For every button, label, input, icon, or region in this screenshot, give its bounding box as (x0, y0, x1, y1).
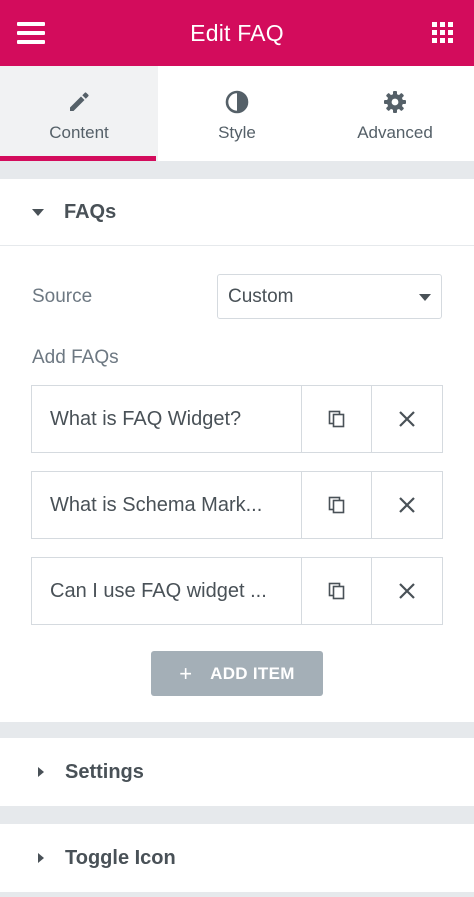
copy-icon (328, 582, 344, 600)
source-select[interactable]: Custom (217, 274, 442, 319)
caret-right-icon (38, 853, 44, 863)
duplicate-button[interactable] (300, 386, 372, 452)
copy-icon (328, 410, 344, 428)
divider (0, 892, 474, 897)
hamburger-menu-icon[interactable] (17, 22, 45, 44)
divider (0, 722, 474, 738)
tab-style[interactable]: Style (158, 66, 316, 161)
faq-item: What is FAQ Widget? (31, 385, 443, 453)
tab-label: Advanced (357, 123, 433, 142)
faq-item: What is Schema Mark... (31, 471, 443, 539)
copy-icon (328, 496, 344, 514)
close-icon (399, 497, 415, 513)
faqs-section-header[interactable]: FAQs (0, 179, 474, 246)
toggle-icon-section-header[interactable]: Toggle Icon (0, 824, 474, 892)
faq-item-title[interactable]: What is FAQ Widget? (32, 386, 301, 452)
faq-item-title[interactable]: Can I use FAQ widget ... (32, 558, 301, 624)
caret-down-icon (419, 294, 431, 301)
close-icon (399, 411, 415, 427)
caret-right-icon (38, 767, 44, 777)
remove-button[interactable] (371, 558, 442, 624)
tab-label: Style (218, 123, 256, 142)
editor-header: Edit FAQ (0, 0, 474, 66)
divider (0, 806, 474, 824)
duplicate-button[interactable] (300, 472, 372, 538)
faqs-section: FAQs Source Custom Add FAQs What is FAQ … (0, 179, 474, 722)
contrast-icon (225, 90, 249, 114)
add-item-button[interactable]: + ADD ITEM (151, 651, 323, 696)
source-select-value: Custom (228, 285, 294, 307)
panel-tabs: Content Style Advanced (0, 66, 474, 161)
tab-label: Content (49, 123, 109, 142)
section-title: Toggle Icon (65, 846, 176, 869)
settings-section-header[interactable]: Settings (0, 738, 474, 806)
faq-item-title[interactable]: What is Schema Mark... (32, 472, 301, 538)
caret-down-icon (32, 208, 44, 216)
divider (0, 161, 474, 179)
gear-icon (384, 91, 406, 113)
faq-item: Can I use FAQ widget ... (31, 557, 443, 625)
duplicate-button[interactable] (300, 558, 372, 624)
section-title: Settings (65, 760, 144, 783)
plus-icon: + (179, 660, 193, 686)
add-item-label: ADD ITEM (210, 663, 295, 683)
page-title: Edit FAQ (190, 19, 284, 46)
add-faqs-label: Add FAQs (32, 347, 119, 368)
pencil-icon (70, 92, 89, 111)
close-icon (399, 583, 415, 599)
tab-advanced[interactable]: Advanced (316, 66, 474, 161)
remove-button[interactable] (371, 386, 442, 452)
tab-content[interactable]: Content (0, 66, 158, 161)
section-title: FAQs (64, 200, 117, 223)
widgets-grid-icon[interactable] (432, 22, 454, 44)
remove-button[interactable] (371, 472, 442, 538)
source-label: Source (32, 286, 93, 307)
